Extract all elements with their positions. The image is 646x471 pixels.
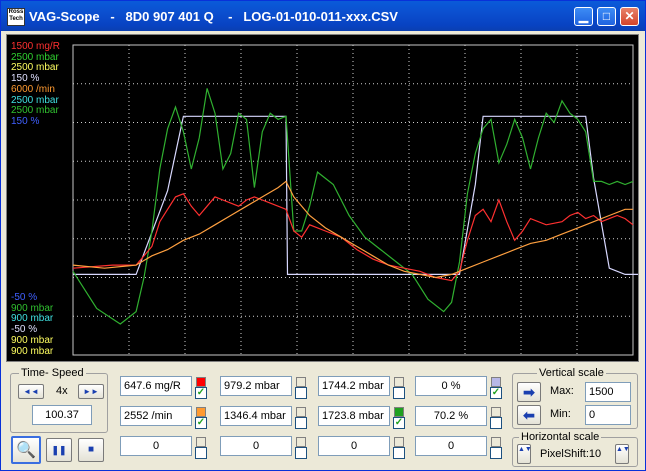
scale-label-bottom: -50 % [11, 292, 38, 303]
channel-checkbox[interactable]: ✓ [393, 417, 405, 429]
channel-value-field[interactable]: 0 [415, 436, 487, 456]
channel-color-swatch[interactable] [394, 377, 404, 387]
title-bar[interactable]: Ross Tech VAG-Scope - 8D0 907 401 Q - LO… [1, 1, 645, 31]
horizontal-scale-title: Horizontal scale [519, 431, 602, 443]
channel-checkbox[interactable] [490, 417, 502, 429]
channel-color-swatch[interactable] [394, 407, 404, 417]
channel-checkbox[interactable] [295, 447, 307, 459]
channel-color-swatch[interactable] [196, 437, 206, 447]
rewind-button[interactable]: ◄◄ [18, 384, 44, 399]
scale-label-top: 2500 mbar [11, 105, 59, 117]
min-input[interactable]: 0 [585, 405, 631, 425]
scale-label-bottom: 900 mbar [11, 302, 54, 314]
scope-plot [72, 44, 638, 356]
scope-display[interactable]: 1500 mg/R 2500 mbar 2500 mbar 150 % 6000 /mi… [6, 34, 639, 362]
arrow-right-icon: ➡ [523, 384, 535, 400]
channel-color-swatch[interactable] [196, 377, 206, 387]
scale-label-top: 1500 mg/R [11, 41, 60, 52]
pixel-shift-label: PixelShift:10 [540, 448, 602, 460]
arrow-left-icon: ⬅ [523, 407, 535, 423]
channel-value-field[interactable]: 0 [220, 436, 292, 456]
scale-increase-button[interactable]: ➡ [517, 382, 541, 402]
scale-label-top: 2500 mbar [11, 51, 59, 63]
min-label: Min: [550, 408, 571, 420]
channel-color-swatch[interactable] [296, 437, 306, 447]
channel-value-field[interactable]: 1744.2 mbar [318, 376, 390, 396]
max-input[interactable]: 1500 [585, 382, 631, 402]
app-icon: Ross Tech [7, 8, 25, 26]
trace-green [72, 88, 634, 325]
fast-forward-button[interactable]: ►► [78, 384, 104, 399]
trace-lavender [73, 115, 638, 275]
channel-checkbox[interactable] [195, 447, 207, 459]
magnifier-icon: 🔍 [16, 442, 36, 459]
channel-checkbox[interactable]: ✓ [490, 387, 502, 399]
scale-decrease-button[interactable]: ⬅ [517, 405, 541, 425]
updown-icon: ▲▼ [616, 446, 630, 453]
scale-label-bottom: -50 % [11, 324, 38, 336]
window-title: VAG-Scope - 8D0 907 401 Q - LOG-01-010-0… [29, 9, 398, 24]
app-window: Ross Tech VAG-Scope - 8D0 907 401 Q - LO… [0, 0, 646, 471]
channel-color-swatch[interactable] [491, 377, 501, 387]
scale-label-top: 6000 /min [11, 83, 55, 95]
zoom-button[interactable]: 🔍 [11, 436, 41, 464]
scale-label-top: 150 % [11, 115, 40, 127]
channel-value-field[interactable]: 1346.4 mbar [220, 406, 292, 426]
scale-label-bottom: 900 mbar [11, 313, 54, 325]
maximize-button[interactable]: □ [597, 7, 616, 26]
scale-label-top: 2500 mbar [11, 94, 59, 106]
channel-checkbox[interactable]: ✓ [195, 417, 207, 429]
channel-color-swatch[interactable] [491, 407, 501, 417]
channel-value-field[interactable]: 1723.8 mbar [318, 406, 390, 426]
channel-color-swatch[interactable] [491, 437, 501, 447]
vertical-scale-title: Vertical scale [537, 367, 606, 379]
channel-checkbox[interactable]: ✓ [195, 387, 207, 399]
channel-value-field[interactable]: 0 % [415, 376, 487, 396]
channel-value-field[interactable]: 0 [318, 436, 390, 456]
channel-value-field[interactable]: 0 [120, 436, 192, 456]
scale-label-top: 150 % [11, 73, 40, 85]
channel-color-swatch[interactable] [394, 437, 404, 447]
speed-label: 4x [56, 385, 68, 397]
channel-checkbox[interactable] [393, 447, 405, 459]
channel-value-field[interactable]: 2552 /min [120, 406, 192, 426]
channel-value-field[interactable]: 979.2 mbar [220, 376, 292, 396]
pixelshift-up-spinner[interactable]: ▲▼ [615, 444, 630, 464]
time-speed-title: Time- Speed [19, 367, 86, 379]
channel-color-swatch[interactable] [196, 407, 206, 417]
channel-checkbox[interactable] [295, 417, 307, 429]
pixelshift-down-spinner[interactable]: ▲▼ [517, 444, 532, 464]
pause-icon: ❚❚ [51, 445, 67, 455]
channel-color-swatch[interactable] [296, 407, 306, 417]
channel-checkbox[interactable] [490, 447, 502, 459]
scale-label-top: 2500 mbar [11, 62, 59, 74]
channel-color-swatch[interactable] [296, 377, 306, 387]
time-position-field[interactable]: 100.37 [32, 405, 92, 425]
scale-label-bottom: 900 mbar [11, 334, 54, 346]
channel-checkbox[interactable] [393, 387, 405, 399]
channel-value-field[interactable]: 647.6 mg/R [120, 376, 192, 396]
grid-lines [73, 45, 633, 355]
scale-label-bottom: 900 mbar [11, 345, 54, 357]
channel-value-field[interactable]: 70.2 % [415, 406, 487, 426]
updown-icon: ▲▼ [518, 446, 532, 453]
pause-button[interactable]: ❚❚ [46, 438, 72, 462]
max-label: Max: [550, 385, 574, 397]
minimize-button[interactable]: ▁ [574, 7, 593, 26]
trace-layer [72, 88, 638, 325]
stop-button[interactable]: ■ [78, 438, 104, 462]
close-button[interactable]: ✕ [620, 7, 639, 26]
channel-checkbox[interactable] [295, 387, 307, 399]
stop-icon: ■ [87, 444, 95, 455]
